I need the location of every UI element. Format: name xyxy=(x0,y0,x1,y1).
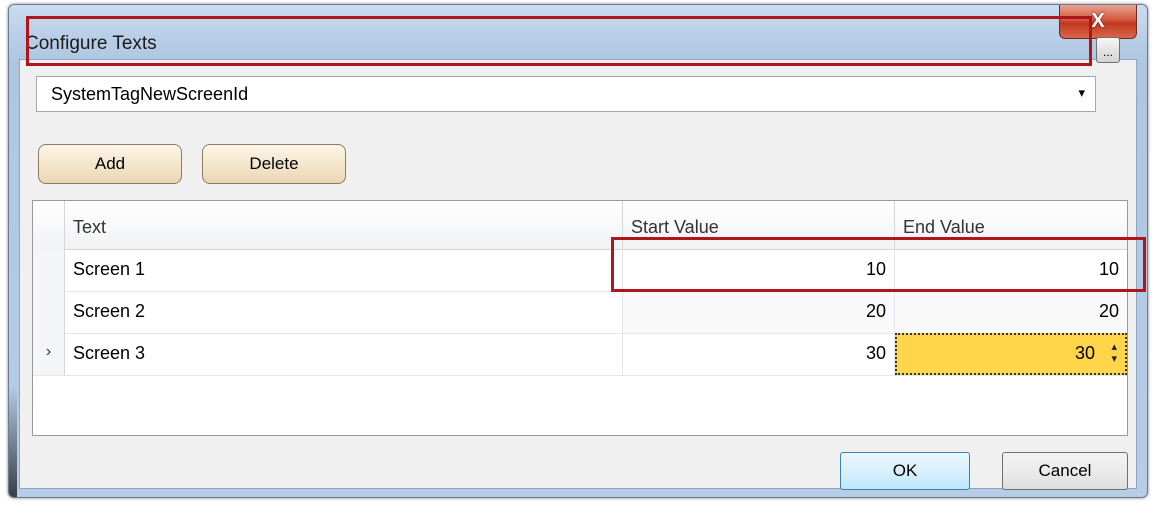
cancel-button-label: Cancel xyxy=(1038,461,1092,480)
cell-text[interactable]: Screen 3 xyxy=(65,333,623,375)
cell-start-value[interactable]: 20 xyxy=(623,291,895,333)
ok-button[interactable]: OK xyxy=(840,452,970,490)
ellipsis-icon: ... xyxy=(1102,45,1113,59)
delete-button-label: Delete xyxy=(249,154,299,173)
delete-button[interactable]: Delete xyxy=(202,144,346,184)
tag-combobox-value: SystemTagNewScreenId xyxy=(51,84,249,104)
tag-combobox[interactable]: SystemTagNewScreenId ▾ xyxy=(36,76,1096,112)
texts-grid: Text Start Value End Value Screen 1 10 1… xyxy=(32,200,1128,436)
cell-end-value[interactable]: 10 xyxy=(895,249,1127,291)
column-header-end-value[interactable]: End Value xyxy=(895,201,1127,249)
spinner-icon[interactable]: ▴ ▾ xyxy=(1111,341,1117,365)
ok-button-label: OK xyxy=(892,461,918,480)
column-header-start-value[interactable]: Start Value xyxy=(623,201,895,249)
table-row[interactable]: › Screen 3 30 30 ▴ ▾ xyxy=(33,333,1127,376)
close-icon: X xyxy=(1091,10,1105,32)
cell-end-value-editing[interactable]: 30 ▴ ▾ xyxy=(895,333,1127,375)
title-bar[interactable]: Configure Texts xyxy=(9,5,1147,59)
table-row[interactable]: Screen 2 20 20 xyxy=(33,291,1127,334)
grid-header: Text Start Value End Value xyxy=(33,201,1127,250)
cell-text[interactable]: Screen 2 xyxy=(65,291,623,333)
cell-end-value-input[interactable]: 30 xyxy=(1075,343,1095,363)
row-header-corner xyxy=(33,201,65,249)
chevron-down-icon[interactable]: ▾ xyxy=(1078,85,1085,101)
cell-end-value[interactable]: 20 xyxy=(895,291,1127,333)
browse-button[interactable]: ... xyxy=(1096,37,1120,63)
table-row[interactable]: Screen 1 10 10 xyxy=(33,249,1127,292)
dialog-content: SystemTagNewScreenId ▾ Add Delete Text S… xyxy=(19,59,1137,490)
close-button[interactable]: X xyxy=(1059,5,1137,39)
cell-start-value[interactable]: 30 xyxy=(623,333,895,375)
configure-texts-dialog: Configure Texts X SystemTagNewScreenId ▾… xyxy=(8,4,1148,498)
window-shadow xyxy=(9,385,17,497)
cell-text[interactable]: Screen 1 xyxy=(65,249,623,291)
current-row-indicator-icon[interactable]: › xyxy=(33,333,65,375)
row-indicator[interactable] xyxy=(33,291,65,333)
add-button[interactable]: Add xyxy=(38,144,182,184)
row-indicator[interactable] xyxy=(33,249,65,291)
dialog-title: Configure Texts xyxy=(25,33,157,54)
cancel-button[interactable]: Cancel xyxy=(1002,452,1128,490)
add-button-label: Add xyxy=(94,154,126,173)
cell-start-value[interactable]: 10 xyxy=(623,249,895,291)
column-header-text[interactable]: Text xyxy=(65,201,623,249)
